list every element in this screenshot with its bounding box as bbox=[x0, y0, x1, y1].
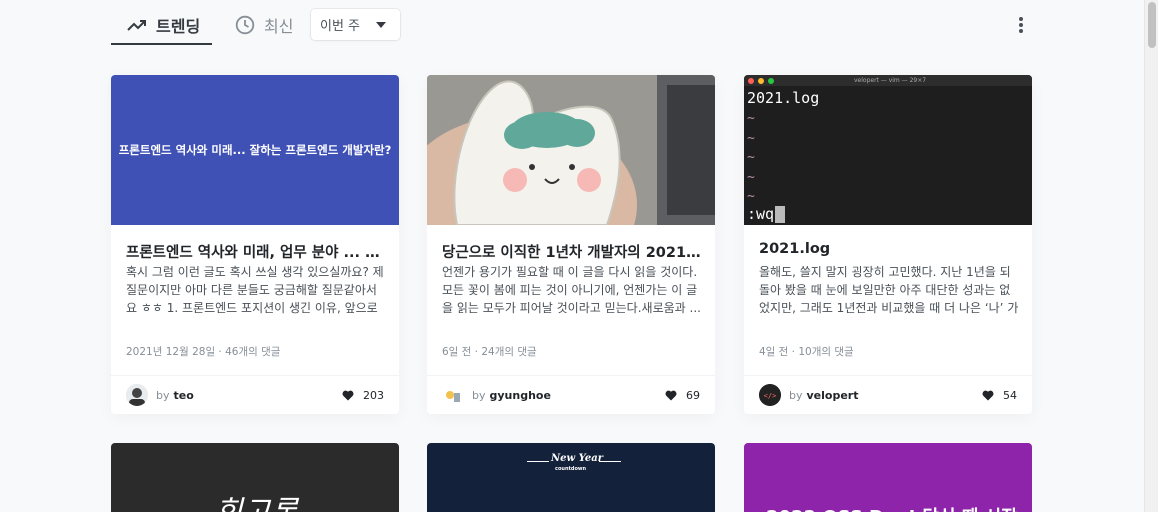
post-description[interactable]: 올해도, 쓸지 말지 굉장히 고민했다. 지난 1년을 되돌아 봤을 때 눈에 … bbox=[759, 263, 1019, 317]
terminal-command: :wq bbox=[747, 205, 775, 223]
post-card[interactable]: 프론트엔드 역사와 미래... 잘하는 프론트엔드 개발자란? 프론트엔드 역사… bbox=[111, 75, 399, 414]
minimize-dot-icon bbox=[758, 77, 764, 84]
heart-icon bbox=[665, 390, 677, 400]
post-card[interactable]: velopert — vim — 29×7 2021.log ~ ~ ~ ~ ~ :wq… bbox=[744, 75, 1032, 414]
cursor-block bbox=[775, 205, 786, 223]
terminal-file-line: 2021.log bbox=[747, 89, 820, 107]
post-meta: 6일 전 · 24개의 댓글 bbox=[442, 346, 537, 358]
thumbnail-divider bbox=[527, 461, 549, 462]
feed-tabs: 트렌딩 최신 이번 주 bbox=[111, 0, 1023, 46]
author-name[interactable]: gyunghoe bbox=[490, 389, 551, 402]
clock-icon bbox=[235, 15, 255, 35]
active-tab-indicator bbox=[111, 43, 212, 45]
by-label: by bbox=[472, 388, 486, 402]
more-dot-icon bbox=[1019, 29, 1023, 33]
likes-count: 69 bbox=[686, 388, 700, 402]
period-select-label: 이번 주 bbox=[320, 19, 361, 34]
caret-down-icon bbox=[376, 22, 386, 28]
post-thumbnail[interactable]: 2022 OSS Dev! 당신 때 시작 bbox=[744, 443, 1032, 512]
scrollbar[interactable] bbox=[1144, 0, 1158, 512]
by-label: by bbox=[789, 388, 803, 402]
avatar[interactable] bbox=[442, 384, 464, 406]
likes: 69 bbox=[665, 389, 700, 402]
more-dot-icon bbox=[1019, 17, 1023, 21]
post-meta: 4일 전 · 10개의 댓글 bbox=[759, 346, 854, 358]
thumbnail-text: 프론트엔드 역사와 미래... 잘하는 프론트엔드 개발자란? bbox=[118, 143, 392, 157]
tab-trending[interactable]: 트렌딩 bbox=[127, 12, 200, 38]
post-card[interactable]: 당근으로 이직한 1년차 개발자의 2021년 회고 언젠가 용기가 필요할 때… bbox=[427, 75, 715, 414]
scrollbar-thumb[interactable] bbox=[1148, 2, 1156, 48]
likes-count: 54 bbox=[1003, 388, 1017, 402]
heart-icon bbox=[342, 390, 354, 400]
likes: 203 bbox=[342, 389, 384, 402]
post-thumbnail[interactable]: 회고록 bbox=[111, 443, 399, 512]
likes-count: 203 bbox=[363, 388, 384, 402]
post-footer: by teo 203 bbox=[111, 375, 399, 414]
post-description[interactable]: 혹시 그럼 이런 글도 혹시 쓰실 생각 있으실까요? 제 질문이지만 아마 다… bbox=[126, 263, 386, 317]
rabbit-sticker-image bbox=[427, 75, 715, 225]
thumbnail-text: New Year bbox=[551, 453, 603, 464]
post-thumbnail[interactable] bbox=[427, 75, 715, 225]
terminal-command-line: :wq bbox=[747, 205, 786, 223]
likes: 54 bbox=[982, 389, 1017, 402]
tab-recent-label: 최신 bbox=[264, 17, 294, 36]
thumbnail-subtext: countdown bbox=[555, 466, 587, 472]
avatar[interactable]: </> bbox=[759, 384, 781, 406]
svg-text:</>: </> bbox=[764, 392, 777, 400]
terminal-title: velopert — vim — 29×7 bbox=[854, 77, 927, 84]
tab-trending-label: 트렌딩 bbox=[156, 17, 201, 36]
post-description[interactable]: 언젠가 용기가 필요할 때 이 글을 다시 읽을 것이다. 모든 꽃이 봄에 피… bbox=[442, 263, 702, 317]
post-title[interactable]: 프론트엔드 역사와 미래, 업무 분야 ... 그리... bbox=[126, 241, 386, 262]
maximize-dot-icon bbox=[768, 77, 774, 84]
author-name[interactable]: velopert bbox=[807, 389, 859, 402]
post-title[interactable]: 당근으로 이직한 1년차 개발자의 2021년 회고 bbox=[442, 241, 702, 262]
post-meta: 2021년 12월 28일 · 46개의 댓글 bbox=[126, 346, 281, 358]
thumbnail-text: 2022 OSS Dev! 당신 때 시작 bbox=[766, 503, 1018, 512]
post-title[interactable]: 2021.log bbox=[759, 241, 1019, 257]
post-footer: by gyunghoe 69 bbox=[427, 375, 715, 414]
post-footer: </> by velopert 54 bbox=[744, 375, 1032, 414]
thumbnail-text: 회고록 bbox=[215, 487, 298, 512]
post-thumbnail[interactable]: New Year countdown bbox=[427, 443, 715, 512]
period-select[interactable]: 이번 주 bbox=[311, 9, 400, 40]
heart-icon bbox=[982, 390, 994, 400]
post-thumbnail[interactable]: velopert — vim — 29×7 2021.log ~ ~ ~ ~ ~ :wq bbox=[744, 75, 1032, 225]
avatar[interactable] bbox=[126, 384, 148, 406]
terminal-titlebar: velopert — vim — 29×7 bbox=[744, 75, 1032, 86]
post-thumbnail[interactable]: 프론트엔드 역사와 미래... 잘하는 프론트엔드 개발자란? bbox=[111, 75, 399, 225]
more-menu-button[interactable] bbox=[1014, 14, 1028, 36]
trending-icon bbox=[127, 20, 146, 31]
close-dot-icon bbox=[748, 77, 754, 84]
terminal-tilde-lines: ~ ~ ~ ~ ~ bbox=[747, 111, 755, 204]
by-label: by bbox=[156, 388, 170, 402]
more-dot-icon bbox=[1019, 23, 1023, 27]
tab-recent[interactable]: 최신 bbox=[235, 12, 293, 38]
author-name[interactable]: teo bbox=[174, 389, 194, 402]
